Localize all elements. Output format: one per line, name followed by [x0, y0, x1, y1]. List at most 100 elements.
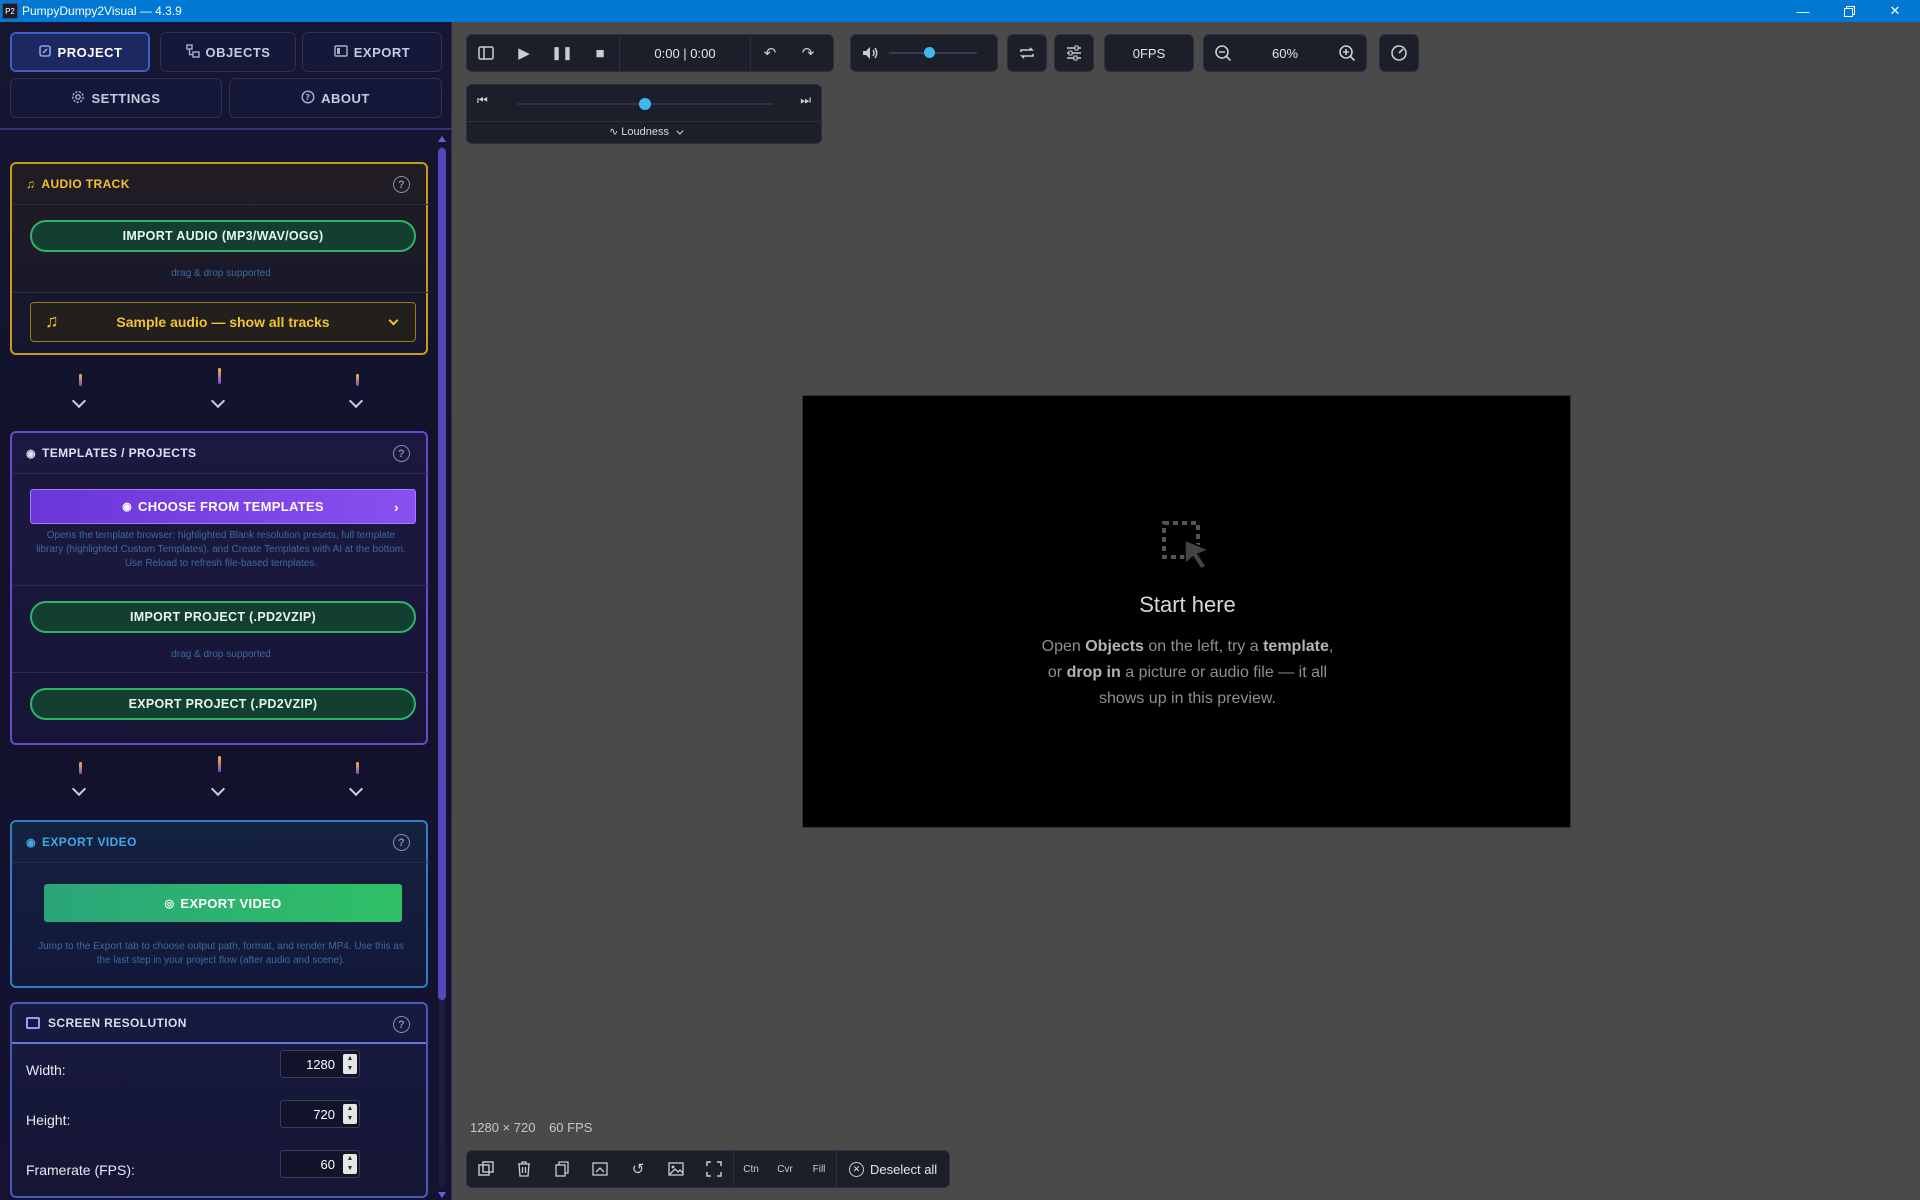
pause-icon[interactable]: ❚❚ — [543, 35, 581, 71]
tab-objects[interactable]: OBJECTS — [160, 32, 296, 72]
start-here-hint: Open Objects on the left, try a template… — [1041, 638, 1334, 707]
duplicate-icon[interactable] — [543, 1151, 581, 1187]
zoom-in-icon[interactable] — [1328, 35, 1366, 71]
trash-icon[interactable] — [505, 1151, 543, 1187]
export-video-panel: ◉ EXPORT VIDEO ? ◎ EXPORT VIDEO Jump to … — [10, 820, 430, 988]
help-icon[interactable]: ? — [393, 1016, 410, 1033]
scrubber-track[interactable] — [517, 98, 773, 110]
height-stepper[interactable]: 720 ▲ ▼ — [280, 1100, 360, 1128]
sample-audio-dropdown[interactable]: ♫ Sample audio — show all tracks — [30, 302, 416, 342]
fps-display: 0FPS — [1104, 34, 1194, 72]
stop-icon[interactable]: ■ — [581, 35, 619, 71]
deselect-all-label: Deselect all — [870, 1161, 938, 1177]
screen-resolution-panel: SCREEN RESOLUTION ? Width: 1280 ▲ ▼ Heigh… — [10, 1002, 428, 1198]
stepper-arrows-icon[interactable]: ▲ ▼ — [343, 1054, 357, 1074]
help-icon[interactable]: ? — [393, 445, 410, 462]
sidebar-scrollbar[interactable] — [437, 134, 447, 1200]
zoom-toolbar: 60% — [1203, 34, 1367, 72]
status-fps: 60 FPS — [549, 1120, 593, 1135]
tab-settings[interactable]: SETTINGS — [10, 78, 222, 118]
reset-icon[interactable]: ↺ — [619, 1151, 657, 1187]
choose-templates-button[interactable]: ◉ CHOOSE FROM TEMPLATES › — [30, 489, 416, 524]
sidebar-tabs: PROJECT OBJECTS EXPORT SETTINGS ? ABOUT — [0, 22, 452, 130]
export-video-description: Jump to the Export tab to choose output … — [38, 941, 404, 966]
playback-toolbar: ▶ ❚❚ ■ 0:00 | 0:00 ↶ ↷ — [466, 34, 834, 72]
tab-export[interactable]: EXPORT — [302, 32, 442, 72]
preview-canvas[interactable]: Start here Open Objects on the left, try… — [802, 395, 1571, 828]
sidebar-scroll-area: ♫ AUDIO TRACK ? IMPORT AUDIO (MP3/WAV/OG… — [6, 132, 438, 1200]
theme-toolbar — [1379, 34, 1419, 72]
object-toolbar: ↺ Ctn Cvr Fill ✕ Deselect all — [466, 1150, 951, 1188]
stepper-arrows-icon[interactable]: ▲ ▼ — [343, 1154, 357, 1174]
templates-panel: ◉ TEMPLATES / PROJECTS ? ◉ CHOOSE FROM T… — [10, 431, 430, 745]
objects-emphasis: Objects — [1085, 638, 1144, 655]
loop-toolbar — [1007, 34, 1047, 72]
fps-stepper[interactable]: 60 ▲ ▼ — [280, 1150, 360, 1178]
sidebar-toggle-icon[interactable] — [467, 35, 505, 71]
loop-icon[interactable] — [1008, 35, 1046, 71]
stepper-arrows-icon[interactable]: ▲ ▼ — [343, 1104, 357, 1124]
scroll-up-icon[interactable] — [438, 136, 446, 142]
templates-header: ◉ TEMPLATES / PROJECTS ? — [12, 433, 426, 473]
select-all-icon[interactable] — [467, 1151, 505, 1187]
audio-track-panel: ♫ AUDIO TRACK ? IMPORT AUDIO (MP3/WAV/OG… — [10, 162, 430, 355]
contain-button[interactable]: Ctn — [734, 1151, 768, 1187]
close-icon[interactable]: ✕ — [1872, 0, 1918, 22]
skip-end-icon[interactable]: ⏭ — [800, 93, 811, 108]
deselect-all-button[interactable]: ✕ Deselect all — [837, 1161, 949, 1177]
fill-button[interactable]: Fill — [802, 1151, 836, 1187]
volume-slider[interactable] — [889, 43, 977, 63]
svg-text:?: ? — [306, 93, 311, 102]
volume-icon[interactable] — [851, 35, 889, 71]
import-audio-button[interactable]: IMPORT AUDIO (MP3/WAV/OGG) — [30, 220, 416, 252]
gauge-icon[interactable] — [1380, 35, 1418, 71]
record-icon: ◎ — [164, 897, 175, 910]
project-icon — [38, 44, 52, 61]
close-circle-icon: ✕ — [849, 1161, 864, 1177]
zoom-level: 60% — [1271, 45, 1299, 61]
play-icon[interactable]: ▶ — [505, 35, 543, 71]
objects-icon — [185, 43, 200, 61]
choose-templates-label: CHOOSE FROM TEMPLATES — [138, 499, 324, 514]
film-icon — [334, 44, 348, 61]
export-project-button[interactable]: EXPORT PROJECT (.PD2VZIP) — [30, 688, 416, 720]
analysis-mode-dropdown[interactable]: ∿ Loudness — [467, 125, 823, 138]
tab-project[interactable]: PROJECT — [10, 32, 150, 72]
chevron-down-icon — [71, 393, 87, 409]
width-label: Width: — [26, 1062, 66, 1078]
import-project-button[interactable]: IMPORT PROJECT (.PD2VZIP) — [30, 601, 416, 633]
templates-description: Opens the template browser: highlighted … — [36, 530, 406, 569]
crop-image-icon[interactable] — [581, 1151, 619, 1187]
tab-objects-label: OBJECTS — [205, 44, 271, 60]
canvas-status: 1280 × 720 60 FPS — [470, 1120, 592, 1135]
waveform-icon: ∿ — [608, 126, 619, 138]
scrubber-knob[interactable] — [639, 98, 651, 110]
fullscreen-icon[interactable] — [695, 1151, 733, 1187]
select-cursor-icon — [1161, 520, 1215, 579]
help-icon[interactable]: ? — [393, 834, 410, 851]
audio-track-title: AUDIO TRACK — [41, 177, 130, 191]
image-icon[interactable] — [657, 1151, 695, 1187]
minimize-icon[interactable]: — — [1780, 0, 1826, 22]
chevron-right-icon: › — [394, 498, 399, 515]
drop-in-emphasis: drop in — [1066, 664, 1121, 681]
palette-icon: ◉ — [26, 447, 36, 460]
time-display: 0:00 | 0:00 — [654, 45, 716, 61]
templates-title: TEMPLATES / PROJECTS — [42, 446, 197, 460]
tab-export-label: EXPORT — [353, 44, 411, 60]
cover-button[interactable]: Cvr — [768, 1151, 802, 1187]
width-stepper[interactable]: 1280 ▲ ▼ — [280, 1050, 360, 1078]
skip-start-icon[interactable]: ⏮ — [477, 93, 488, 108]
scrollbar-thumb[interactable] — [438, 148, 446, 1000]
undo-icon[interactable]: ↶ — [751, 35, 789, 71]
tab-about[interactable]: ? ABOUT — [229, 78, 442, 118]
sliders-icon[interactable] — [1055, 35, 1093, 71]
volume-knob[interactable] — [923, 47, 935, 58]
scroll-down-icon[interactable] — [438, 1192, 446, 1198]
export-video-button[interactable]: ◎ EXPORT VIDEO — [44, 884, 402, 922]
export-video-label: EXPORT VIDEO — [180, 895, 282, 911]
zoom-out-icon[interactable] — [1204, 35, 1242, 71]
help-icon[interactable]: ? — [393, 176, 410, 193]
redo-icon[interactable]: ↷ — [789, 35, 827, 71]
restore-icon[interactable] — [1826, 0, 1872, 22]
